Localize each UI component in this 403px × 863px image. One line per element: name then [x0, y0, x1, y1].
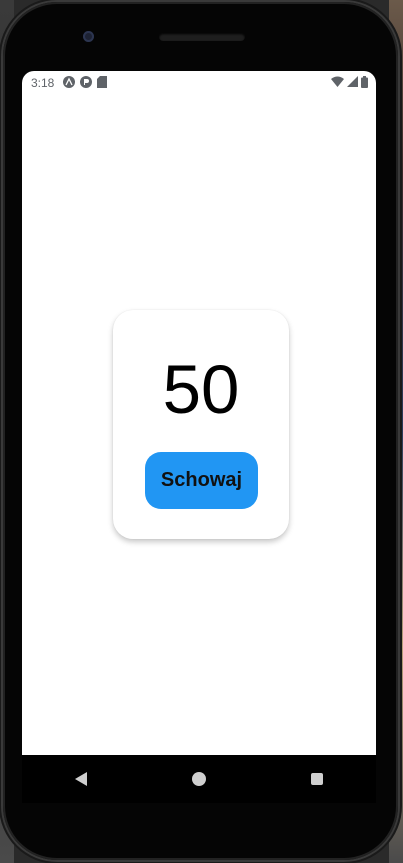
- recents-icon[interactable]: [311, 773, 324, 785]
- app-notification-icon: [80, 75, 93, 91]
- counter-card: 50 Schowaj: [113, 310, 289, 539]
- status-notification-icons: [63, 75, 108, 91]
- status-bar: 3:18: [22, 71, 376, 95]
- wifi-icon: [331, 76, 344, 90]
- status-time: 3:18: [31, 76, 55, 90]
- earpiece-speaker: [159, 33, 245, 41]
- navigation-bar: [22, 755, 376, 803]
- app-screen: 3:18 50 Schowaj: [22, 71, 376, 755]
- sd-card-icon: [97, 75, 108, 91]
- back-icon[interactable]: [74, 772, 87, 786]
- phone-frame: 3:18 50 Schowaj: [3, 2, 398, 860]
- hide-button[interactable]: Schowaj: [145, 452, 258, 509]
- front-camera: [83, 31, 94, 42]
- expo-icon: [63, 75, 76, 91]
- counter-value: 50: [162, 351, 240, 428]
- cell-signal-icon: [347, 76, 358, 90]
- battery-icon: [361, 75, 368, 91]
- home-icon[interactable]: [191, 772, 206, 786]
- status-system-icons: [331, 75, 368, 91]
